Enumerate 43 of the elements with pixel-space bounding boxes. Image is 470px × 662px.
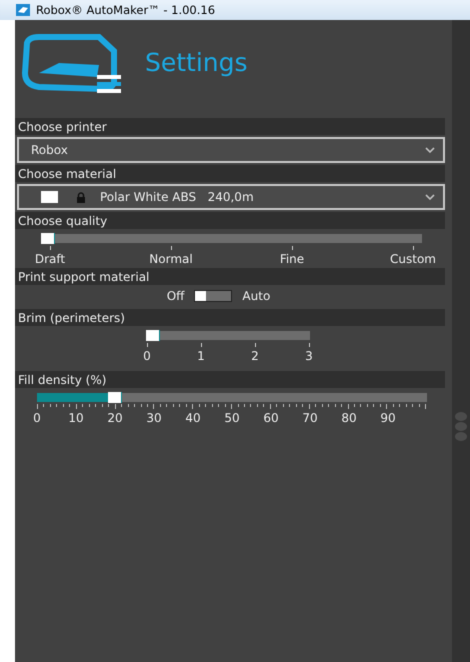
tick-label: Normal [149,252,193,266]
slider-thumb[interactable] [41,233,55,244]
tick-label: 20 [107,411,123,425]
tick-label: Fine [280,252,304,266]
app-icon [16,4,30,16]
slider-thumb[interactable] [146,330,160,341]
handle-dot-icon [455,422,467,431]
tick-label: Custom [390,252,436,266]
tick-label: 1 [197,349,205,363]
material-dropdown[interactable]: Polar White ABS 240,0m [17,184,445,210]
tick-label: 50 [224,411,240,425]
tick-label: 70 [302,411,318,425]
quality-slider[interactable] [41,234,422,243]
toggle-label: Off [166,289,184,303]
fill-density-slider[interactable] [37,393,427,402]
tick-label: Draft [34,252,66,266]
tick-label: 2 [251,349,259,363]
section-label: Print support material [18,270,150,284]
printer-dropdown[interactable]: Robox [17,137,445,163]
section-label: Fill density (%) [18,372,106,386]
handle-dot-icon [455,412,467,421]
section-label: Brim (perimeters) [18,310,125,324]
section-label: Choose material [18,166,116,180]
tick-label: 0 [143,349,151,363]
tick-label: 10 [68,411,84,425]
tick-label: 40 [185,411,201,425]
chevron-icon [425,194,435,200]
tick-label: 90 [380,411,396,425]
chevron-icon [425,147,435,153]
tick-label: 80 [341,411,357,425]
support-toggle[interactable] [194,290,232,302]
handle-dot-icon [455,432,467,441]
window-title: Robox® AutoMaker™ - 1.00.16 [36,3,216,17]
tick-label: 3 [305,349,313,363]
brim-slider[interactable] [146,331,310,340]
toggle-label: Auto [242,289,270,303]
slider-thumb[interactable] [108,392,122,403]
tick-label: 60 [263,411,279,425]
settings-title: Settings [145,48,248,76]
section-label: Choose printer [18,120,107,134]
section-label: Choose quality [18,214,108,228]
tick-label: 30 [146,411,162,425]
tick-label: 0 [33,411,41,425]
